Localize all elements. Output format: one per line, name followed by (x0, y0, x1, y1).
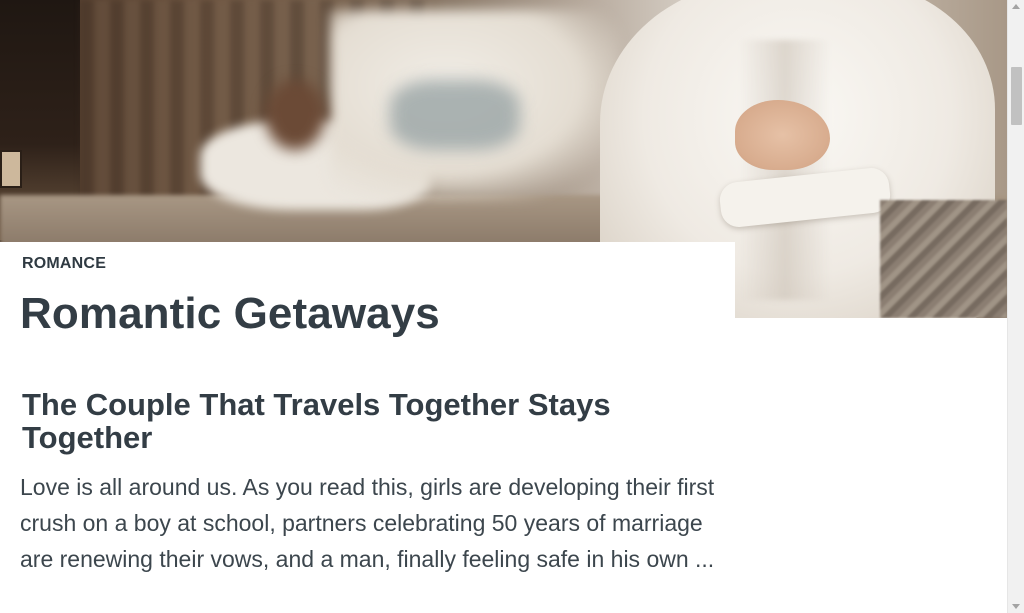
hero-book-shape (390, 80, 520, 150)
hero-window-pane-shape (0, 150, 22, 188)
page: ROMANCE Romantic Getaways The Couple Tha… (0, 0, 1024, 613)
scroll-up-arrow-icon[interactable] (1012, 4, 1020, 9)
hero-blanket-shape (880, 200, 1007, 318)
category-link[interactable]: ROMANCE (22, 255, 106, 273)
hero-robe-fold-shape (740, 40, 830, 300)
scrollbar-thumb[interactable] (1011, 66, 1022, 125)
scroll-down-arrow-icon[interactable] (1012, 604, 1020, 609)
vertical-scrollbar[interactable] (1007, 0, 1024, 613)
article-title-link[interactable]: The Couple That Travels Together Stays T… (22, 388, 722, 454)
page-title: Romantic Getaways (20, 289, 440, 338)
hero-face-shape (265, 80, 325, 150)
article-excerpt: Love is all around us. As you read this,… (20, 474, 715, 572)
